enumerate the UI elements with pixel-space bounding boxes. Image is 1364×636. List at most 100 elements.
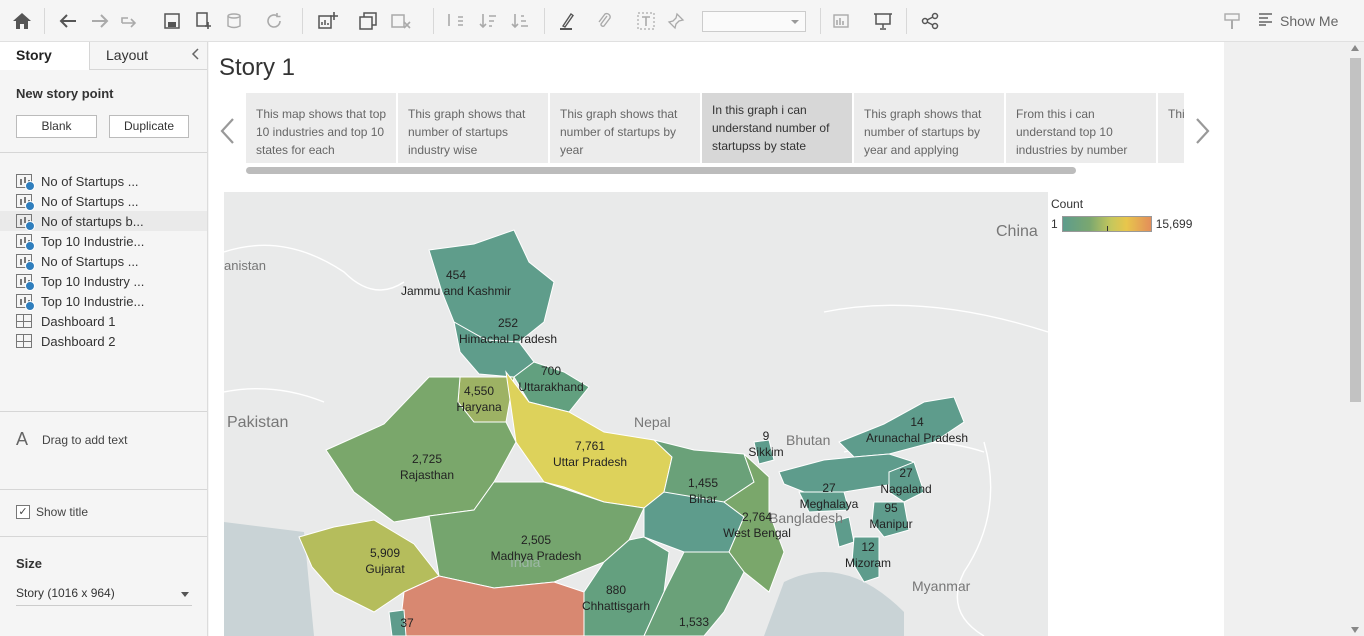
story-point[interactable]: Thi to n xyxy=(1158,93,1184,163)
sheet-item[interactable]: No of Startups ... xyxy=(0,171,207,191)
collapse-chevron-icon[interactable] xyxy=(191,47,199,63)
country-label: Myanmar xyxy=(912,578,971,594)
show-title-checkbox[interactable]: ✓ Show title xyxy=(16,505,88,519)
state-count: 7,761 xyxy=(574,439,606,453)
state-label: 37 xyxy=(392,615,422,631)
sheet-item[interactable]: Top 10 Industrie... xyxy=(0,231,207,251)
state-label: 14 Arunachal Pradesh xyxy=(862,414,972,446)
canvas-margin xyxy=(1224,42,1347,636)
new-sheet-icon[interactable] xyxy=(316,9,340,33)
story-point[interactable]: From this i can understand top 10 indust… xyxy=(1006,93,1156,163)
vertical-scrollbar[interactable] xyxy=(1347,42,1364,636)
clear-sheet-icon[interactable] xyxy=(389,9,413,33)
story-point[interactable]: This graph shows that number of startups… xyxy=(398,93,548,163)
legend-title: Count xyxy=(1051,197,1084,211)
state-name: Sikkim xyxy=(748,445,784,459)
toolbar-separator xyxy=(544,8,545,34)
story-point-selected[interactable]: In this graph i can understand number of… xyxy=(702,93,852,163)
state-label: 880 Chhattisgarh xyxy=(574,582,658,614)
state-label: 700 Uttarakhand xyxy=(512,363,590,395)
text-object-icon: A xyxy=(16,429,29,449)
new-datasource-icon[interactable] xyxy=(192,9,216,33)
story-points-navigator: This map shows that top 10 industries an… xyxy=(246,93,1184,163)
sheet-label: Dashboard 1 xyxy=(41,313,116,329)
sheet-item[interactable]: Dashboard 2 xyxy=(0,331,207,351)
scrollbar-thumb[interactable] xyxy=(1350,58,1361,402)
group-icon[interactable] xyxy=(592,9,616,33)
scroll-up-icon[interactable] xyxy=(1351,45,1359,51)
india-startups-map[interactable]: China Pakistan Nepal Bhutan Bangladesh M… xyxy=(224,192,1048,636)
scroll-down-icon[interactable] xyxy=(1351,627,1359,633)
state-count: 12 xyxy=(861,540,875,554)
replay-icon[interactable] xyxy=(118,9,142,33)
state-name: Mizoram xyxy=(844,556,891,570)
sort-asc-icon[interactable] xyxy=(476,9,500,33)
sheet-label: No of Startups ... xyxy=(41,193,139,209)
state-count: 454 xyxy=(445,268,467,282)
format-painter-icon[interactable] xyxy=(1220,9,1244,33)
save-icon[interactable] xyxy=(160,9,184,33)
next-story-point-button[interactable] xyxy=(1195,112,1211,154)
state-name: Rajasthan xyxy=(399,468,455,482)
presentation-icon[interactable] xyxy=(871,9,895,33)
state-count: 37 xyxy=(400,616,414,630)
state-label: 27 Meghalaya xyxy=(796,480,862,512)
state-name: West Bengal xyxy=(723,526,791,540)
worksheet-icon xyxy=(16,174,35,191)
fix-axes-icon[interactable] xyxy=(664,9,688,33)
sidebar-tabs: Story Layout xyxy=(0,42,207,70)
story-point[interactable]: This graph shows that number of startups… xyxy=(854,93,1004,163)
sheet-item[interactable]: No of Startups ... xyxy=(0,251,207,271)
sheet-item[interactable]: Top 10 Industrie... xyxy=(0,291,207,311)
story-point[interactable]: This graph shows that number of startups… xyxy=(550,93,700,163)
show-me-button[interactable]: Show Me xyxy=(1258,12,1338,29)
duplicate-sheet-icon[interactable] xyxy=(357,9,381,33)
duplicate-button[interactable]: Duplicate xyxy=(109,115,189,138)
fit-select[interactable] xyxy=(702,11,806,32)
sheet-item[interactable]: Dashboard 1 xyxy=(0,311,207,331)
drag-text-object[interactable]: A Drag to add text xyxy=(16,429,127,450)
story-points-scrollbar[interactable] xyxy=(246,167,1076,174)
state-label: 12 Mizoram xyxy=(842,539,894,571)
sheet-list: No of Startups ... No of Startups ... No… xyxy=(0,171,207,351)
legend-row: 1 15,699 xyxy=(1051,216,1221,232)
highlight-icon[interactable] xyxy=(555,9,579,33)
dashboard-icon xyxy=(16,314,32,328)
sheet-item[interactable]: No of startups b... xyxy=(0,211,207,231)
country-label: Bhutan xyxy=(786,432,831,448)
share-icon[interactable] xyxy=(918,9,942,33)
state-label: 2,764 West Bengal xyxy=(718,509,796,541)
size-select[interactable]: Story (1016 x 964) xyxy=(16,586,192,606)
tab-layout[interactable]: Layout xyxy=(90,42,180,70)
state-label: 2,725 Rajasthan xyxy=(392,451,462,483)
refresh-icon[interactable] xyxy=(262,9,286,33)
prev-story-point-button[interactable] xyxy=(219,112,235,154)
tab-story[interactable]: Story xyxy=(0,42,90,70)
sheet-label: Top 10 Industry ... xyxy=(41,273,145,289)
redo-icon[interactable] xyxy=(88,9,112,33)
checkbox-checked-icon: ✓ xyxy=(16,505,30,519)
sheet-item[interactable]: Top 10 Industry ... xyxy=(0,271,207,291)
story-canvas: Story 1 This map shows that top 10 indus… xyxy=(209,42,1224,636)
new-story-point-heading: New story point xyxy=(16,86,114,101)
country-label: Pakistan xyxy=(227,414,289,431)
label-icon[interactable] xyxy=(634,9,658,33)
story-point[interactable]: This map shows that top 10 industries an… xyxy=(246,93,396,163)
sort-desc-icon[interactable] xyxy=(508,9,532,33)
chart-type-icon[interactable] xyxy=(832,9,856,33)
home-icon[interactable] xyxy=(10,9,34,33)
state-count: 2,764 xyxy=(741,510,773,524)
undo-icon[interactable] xyxy=(56,9,80,33)
show-title-label: Show title xyxy=(36,505,89,519)
blank-button[interactable]: Blank xyxy=(16,115,97,138)
legend-max: 15,699 xyxy=(1155,217,1193,231)
toolbar-separator xyxy=(433,8,434,34)
sheet-label: No of Startups ... xyxy=(41,253,139,269)
swap-icon[interactable] xyxy=(443,9,467,33)
sheet-label: No of startups b... xyxy=(41,213,144,229)
sheet-item[interactable]: No of Startups ... xyxy=(0,191,207,211)
pause-updates-icon[interactable] xyxy=(222,9,246,33)
state-count: 2,505 xyxy=(520,533,552,547)
toolbar-separator xyxy=(44,8,45,34)
state-count: 5,909 xyxy=(369,546,401,560)
